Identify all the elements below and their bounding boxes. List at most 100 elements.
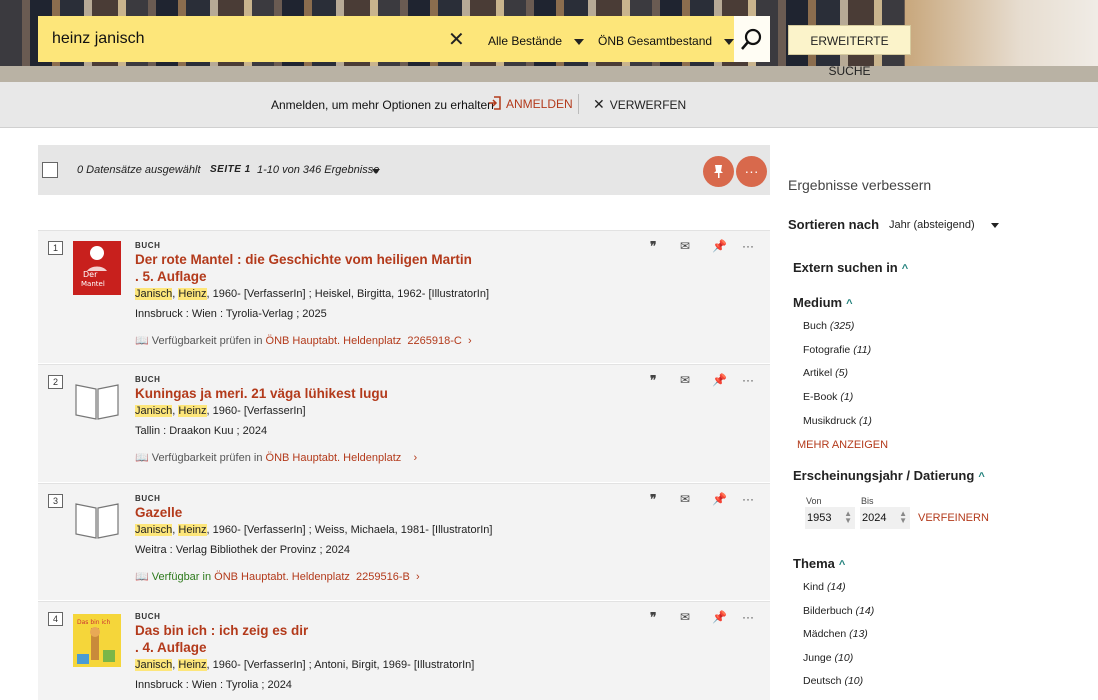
pin-all-button[interactable] <box>703 156 734 187</box>
cover-das-bin-ich-thumbnail[interactable]: Das bin ich <box>73 614 121 667</box>
year-from-input[interactable]: 1953 ▲ ▼ <box>805 507 855 529</box>
cite-icon[interactable]: ❞ <box>650 373 656 387</box>
cite-icon[interactable]: ❞ <box>650 610 656 624</box>
result-actions: ❞ ✉ 📌 ··· <box>650 610 760 626</box>
facet-item[interactable]: Junge (10) <box>803 652 853 664</box>
facet-item[interactable]: E-Book (1) <box>803 391 853 403</box>
email-icon[interactable]: ✉ <box>680 492 690 506</box>
more-icon[interactable]: ··· <box>742 239 754 253</box>
result-actions: ❞ ✉ 📌 ··· <box>650 239 760 255</box>
svg-text:Der: Der <box>83 270 98 279</box>
advanced-search-button[interactable]: ERWEITERTE SUCHE <box>788 25 911 78</box>
refine-button[interactable]: VERFEINERN <box>918 512 989 524</box>
result-authors: Janisch, Heinz, 1960- [VerfasserIn] <box>135 405 306 417</box>
more-actions-button[interactable]: ··· <box>736 156 767 187</box>
search-button[interactable] <box>734 16 770 62</box>
facet-item-label: Buch <box>803 320 827 332</box>
result-number: 1 <box>48 241 63 255</box>
cite-icon[interactable]: ❞ <box>650 239 656 253</box>
pin-icon[interactable]: 📌 <box>712 610 727 624</box>
availability-location: ÖNB Hauptabt. Heldenplatz <box>214 571 350 583</box>
result-availability[interactable]: 📖 Verfügbar in ÖNB Hauptabt. Heldenplatz… <box>135 570 420 583</box>
year-to-label: Bis <box>861 496 874 506</box>
book-placeholder-thumbnail[interactable] <box>73 375 121 428</box>
year-to-value: 2024 <box>862 512 887 524</box>
email-icon[interactable]: ✉ <box>680 373 690 387</box>
result-title[interactable]: Das bin ich : ich zeig es dir . 4. Auflag… <box>135 622 515 656</box>
sort-value: Jahr (absteigend) <box>889 219 975 231</box>
facet-item[interactable]: Mädchen (13) <box>803 628 868 640</box>
login-message: Anmelden, um mehr Optionen zu erhalten <box>271 98 494 112</box>
facet-year-header[interactable]: Erscheinungsjahr / Datierung ^ <box>793 468 985 483</box>
cover-image: Das bin ich <box>77 619 115 664</box>
more-icon[interactable]: ··· <box>742 610 754 624</box>
result-title[interactable]: Kuningas ja meri. 21 väga lühikest lugu <box>135 385 515 402</box>
result-item[interactable]: 3 BUCH Gazelle Janisch, Heinz, 1960- [Ve… <box>38 483 770 600</box>
result-number: 2 <box>48 375 63 389</box>
pin-icon[interactable]: 📌 <box>712 239 727 253</box>
facet-item[interactable]: Artikel (5) <box>803 367 848 379</box>
dismiss-link[interactable]: ✕ VERWERFEN <box>593 96 686 113</box>
facet-topic-header[interactable]: Thema ^ <box>793 556 845 571</box>
pin-icon[interactable]: 📌 <box>712 492 727 506</box>
results-range[interactable]: 1-10 von 346 Ergebnisse <box>257 164 379 176</box>
more-icon[interactable]: ··· <box>742 373 754 387</box>
facet-item-count: (14) <box>826 581 846 593</box>
chevron-down-icon[interactable] <box>372 169 380 174</box>
facet-item[interactable]: Kind (14) <box>803 581 846 593</box>
facet-medium-header[interactable]: Medium ^ <box>793 295 853 310</box>
divider <box>578 94 579 114</box>
author-highlight-firstname: Heinz <box>178 288 207 300</box>
availability-status: Verfügbar in <box>151 571 212 583</box>
result-publication: Innsbruck : Wien : Tyrolia ; 2024 <box>135 679 292 691</box>
result-item[interactable]: 1 Der Mantel BUCH Der rote Mantel : die … <box>38 230 770 363</box>
facet-item[interactable]: Fotografie (11) <box>803 344 871 356</box>
login-link[interactable]: ANMELDEN <box>488 96 573 111</box>
search-input[interactable]: heinz janisch <box>52 16 145 62</box>
result-availability[interactable]: 📖 Verfügbarkeit prüfen in ÖNB Hauptabt. … <box>135 451 417 464</box>
cover-image: Der Mantel <box>81 246 107 288</box>
year-from-value: 1953 <box>807 512 832 524</box>
result-item[interactable]: 2 BUCH Kuningas ja meri. 21 väga lühikes… <box>38 364 770 482</box>
select-all-checkbox[interactable] <box>42 162 58 178</box>
more-icon[interactable]: ··· <box>742 492 754 506</box>
stepper-icon[interactable]: ▲ ▼ <box>899 510 907 525</box>
author-rest: , 1960- [VerfasserIn] <box>206 405 306 417</box>
year-to-input[interactable]: 2024 ▲ ▼ <box>860 507 910 529</box>
year-from-label: Von <box>806 496 822 506</box>
facet-extern-header[interactable]: Extern suchen in ^ <box>793 260 908 275</box>
chevron-up-icon: ^ <box>846 298 853 310</box>
book-placeholder-thumbnail[interactable] <box>73 494 121 547</box>
scope-select-collection[interactable]: Alle Bestände <box>488 16 585 62</box>
result-authors: Janisch, Heinz, 1960- [VerfasserIn] ; An… <box>135 659 475 671</box>
pin-icon[interactable]: 📌 <box>712 373 727 387</box>
cover-red-mantel-thumbnail[interactable]: Der Mantel <box>73 241 121 295</box>
chevron-right-icon: › <box>464 335 472 347</box>
facet-item[interactable]: Musikdruck (1) <box>803 415 872 427</box>
email-icon[interactable]: ✉ <box>680 610 690 624</box>
result-title[interactable]: Der rote Mantel : die Geschichte vom hei… <box>135 251 515 285</box>
author-highlight-surname: Janisch <box>135 659 173 671</box>
result-title-main: Kuningas ja meri. 21 väga lühikest lugu <box>135 386 388 401</box>
result-availability[interactable]: 📖 Verfügbarkeit prüfen in ÖNB Hauptabt. … <box>135 334 472 347</box>
sort-label: Sortieren nach <box>788 217 880 232</box>
email-icon[interactable]: ✉ <box>680 239 690 253</box>
show-more-link[interactable]: MEHR ANZEIGEN <box>797 439 888 451</box>
facet-item[interactable]: Buch (325) <box>803 320 854 332</box>
facet-item-count: (13) <box>849 628 868 640</box>
result-item[interactable]: 4 Das bin ich BUCH Das bin ich : ich zei… <box>38 601 770 700</box>
cite-icon[interactable]: ❞ <box>650 492 656 506</box>
chevron-down-icon <box>724 38 735 45</box>
result-title[interactable]: Gazelle <box>135 504 515 521</box>
availability-location: ÖNB Hauptabt. Heldenplatz <box>265 452 402 464</box>
scope-select-catalog[interactable]: ÖNB Gesamtbestand <box>598 16 735 62</box>
facet-item-count: (325) <box>829 320 855 332</box>
facet-item[interactable]: Bilderbuch (14) <box>803 605 874 617</box>
sort-select[interactable]: Jahr (absteigend) <box>889 219 999 231</box>
facet-item-label: Fotografie <box>803 344 851 356</box>
facet-item[interactable]: Deutsch (10) <box>803 675 863 687</box>
result-publication: Tallin : Draakon Kuu ; 2024 <box>135 425 268 437</box>
facet-item-count: (11) <box>853 344 872 356</box>
clear-icon[interactable]: ✕ <box>448 28 465 50</box>
stepper-icon[interactable]: ▲ ▼ <box>844 510 852 525</box>
